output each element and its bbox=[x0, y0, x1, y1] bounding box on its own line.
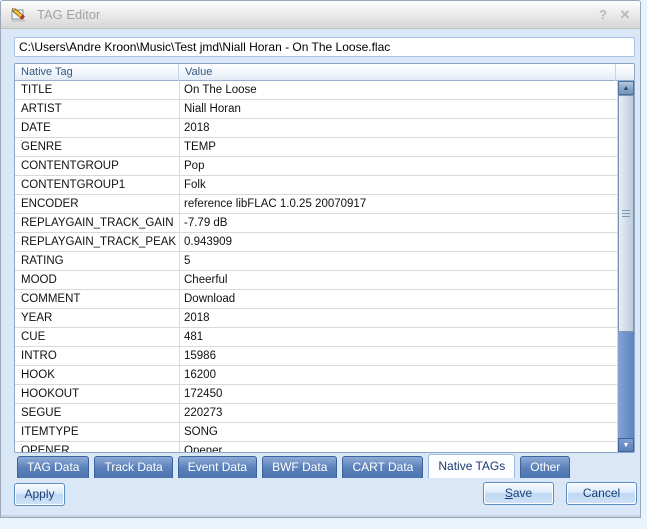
tag-value-cell[interactable]: Pop bbox=[184, 157, 613, 176]
table-row[interactable]: DATE 2018 bbox=[15, 119, 617, 138]
tag-value-cell[interactable]: 2018 bbox=[184, 309, 613, 328]
tag-name-cell[interactable]: DATE bbox=[21, 119, 179, 138]
tab-tag-data[interactable]: TAG Data bbox=[17, 456, 89, 478]
tab-bar: TAG DataTrack Data Event DataBWF DataCART… bbox=[17, 454, 570, 478]
table-row[interactable]: YEAR 2018 bbox=[15, 309, 617, 328]
tag-value-cell[interactable]: On The Loose bbox=[184, 81, 613, 100]
table-row[interactable]: ENCODER reference libFLAC 1.0.25 20070917 bbox=[15, 195, 617, 214]
tag-value-cell[interactable]: SONG bbox=[184, 423, 613, 442]
tag-value-cell[interactable]: 2018 bbox=[184, 119, 613, 138]
tag-value-cell[interactable]: -7.79 dB bbox=[184, 214, 613, 233]
table-row[interactable]: MOOD Cheerful bbox=[15, 271, 617, 290]
table-header: Native Tag Value bbox=[15, 64, 634, 81]
cancel-button[interactable]: Cancel bbox=[566, 482, 637, 505]
tag-name-cell[interactable]: ARTIST bbox=[21, 100, 179, 119]
tag-name-cell[interactable]: GENRE bbox=[21, 138, 179, 157]
tag-name-cell[interactable]: CUE bbox=[21, 328, 179, 347]
scrollbar-thumb[interactable] bbox=[618, 95, 634, 332]
tag-name-cell[interactable]: ITEMTYPE bbox=[21, 423, 179, 442]
tag-value-cell[interactable]: 220273 bbox=[184, 404, 613, 423]
tag-editor-window: TAG Editor ? ✕ Native Tag Value TITLE On … bbox=[0, 0, 641, 518]
table-row[interactable]: ARTIST Niall Horan bbox=[15, 100, 617, 119]
scrollbar-grip bbox=[622, 210, 630, 218]
edit-pencil-icon bbox=[9, 6, 29, 24]
tab-track-data[interactable]: Track Data bbox=[94, 456, 172, 478]
tag-value-cell[interactable]: Niall Horan bbox=[184, 100, 613, 119]
native-tag-table: Native Tag Value TITLEOn The LooseARTIST… bbox=[14, 63, 635, 453]
table-row[interactable]: OPENER Opener bbox=[15, 442, 617, 452]
tag-name-cell[interactable]: OPENER bbox=[21, 442, 179, 452]
file-path-input[interactable] bbox=[14, 37, 635, 57]
scrollbar-track[interactable] bbox=[618, 332, 634, 438]
tag-value-cell[interactable]: Opener bbox=[184, 442, 613, 452]
tag-value-cell[interactable]: Folk bbox=[184, 176, 613, 195]
tag-name-cell[interactable]: YEAR bbox=[21, 309, 179, 328]
table-row[interactable]: GENRE TEMP bbox=[15, 138, 617, 157]
apply-button[interactable]: Apply bbox=[14, 483, 65, 506]
tag-name-cell[interactable]: MOOD bbox=[21, 271, 179, 290]
table-row[interactable]: COMMENT Download bbox=[15, 290, 617, 309]
tag-name-cell[interactable]: HOOKOUT bbox=[21, 385, 179, 404]
column-divider bbox=[179, 81, 180, 452]
table-row[interactable]: ITEMTYPE SONG bbox=[15, 423, 617, 442]
tab-native-tags[interactable]: Native TAGs bbox=[428, 454, 515, 478]
close-icon[interactable]: ✕ bbox=[616, 7, 634, 23]
tag-value-cell[interactable]: 16200 bbox=[184, 366, 613, 385]
tag-value-cell[interactable]: 15986 bbox=[184, 347, 613, 366]
tag-name-cell[interactable]: TITLE bbox=[21, 81, 179, 100]
window-title: TAG Editor bbox=[37, 7, 100, 22]
table-row[interactable]: SEGUE 220273 bbox=[15, 404, 617, 423]
tag-name-cell[interactable]: SEGUE bbox=[21, 404, 179, 423]
tab-other[interactable]: Other bbox=[520, 456, 570, 478]
table-row[interactable]: CONTENTGROUP Pop bbox=[15, 157, 617, 176]
column-header-native-tag[interactable]: Native Tag bbox=[15, 64, 179, 81]
tag-value-cell[interactable]: 0.943909 bbox=[184, 233, 613, 252]
table-row[interactable]: HOOKOUT 172450 bbox=[15, 385, 617, 404]
title-bar[interactable]: TAG Editor ? ✕ bbox=[1, 1, 640, 29]
tag-name-cell[interactable]: INTRO bbox=[21, 347, 179, 366]
tag-name-cell[interactable]: COMMENT bbox=[21, 290, 179, 309]
column-header-value[interactable]: Value bbox=[179, 64, 616, 81]
tag-name-cell[interactable]: CONTENTGROUP bbox=[21, 157, 179, 176]
tag-value-cell[interactable]: 5 bbox=[184, 252, 613, 271]
tab-cart-data[interactable]: CART Data bbox=[342, 456, 423, 478]
scrollbar-up-icon[interactable]: ▲ bbox=[618, 81, 634, 95]
table-row[interactable]: RATING 5 bbox=[15, 252, 617, 271]
tag-value-cell[interactable]: 481 bbox=[184, 328, 613, 347]
tag-value-cell[interactable]: reference libFLAC 1.0.25 20070917 bbox=[184, 195, 613, 214]
tab-event-data[interactable]: Event Data bbox=[178, 456, 257, 478]
table-row[interactable]: CUE 481 bbox=[15, 328, 617, 347]
table-row[interactable]: REPLAYGAIN_TRACK_GAIN -7.79 dB bbox=[15, 214, 617, 233]
table-row[interactable]: CONTENTGROUP1 Folk bbox=[15, 176, 617, 195]
tag-name-cell[interactable]: RATING bbox=[21, 252, 179, 271]
save-button[interactable]: Save bbox=[483, 482, 554, 505]
table-row[interactable]: TITLE On The Loose bbox=[15, 81, 617, 100]
tag-name-cell[interactable]: ENCODER bbox=[21, 195, 179, 214]
tag-value-cell[interactable]: 172450 bbox=[184, 385, 613, 404]
table-row[interactable]: INTRO 15986 bbox=[15, 347, 617, 366]
tag-value-cell[interactable]: Download bbox=[184, 290, 613, 309]
tab-bwf-data[interactable]: BWF Data bbox=[262, 456, 337, 478]
tag-name-cell[interactable]: HOOK bbox=[21, 366, 179, 385]
scrollbar-down-icon[interactable]: ▼ bbox=[618, 438, 634, 452]
tag-value-cell[interactable]: TEMP bbox=[184, 138, 613, 157]
tag-name-cell[interactable]: REPLAYGAIN_TRACK_GAIN bbox=[21, 214, 179, 233]
tag-name-cell[interactable]: REPLAYGAIN_TRACK_PEAK bbox=[21, 233, 179, 252]
vertical-scrollbar[interactable]: ▲ ▼ bbox=[617, 81, 634, 452]
window-bottom-edge bbox=[1, 515, 640, 517]
help-icon[interactable]: ? bbox=[594, 7, 612, 23]
tag-value-cell[interactable]: Cheerful bbox=[184, 271, 613, 290]
table-row[interactable]: REPLAYGAIN_TRACK_PEAK 0.943909 bbox=[15, 233, 617, 252]
table-row[interactable]: HOOK 16200 bbox=[15, 366, 617, 385]
tag-name-cell[interactable]: CONTENTGROUP1 bbox=[21, 176, 179, 195]
tag-table-body: TITLE On The Loose ARTIST Niall Horan DATE 20… bbox=[15, 81, 617, 452]
